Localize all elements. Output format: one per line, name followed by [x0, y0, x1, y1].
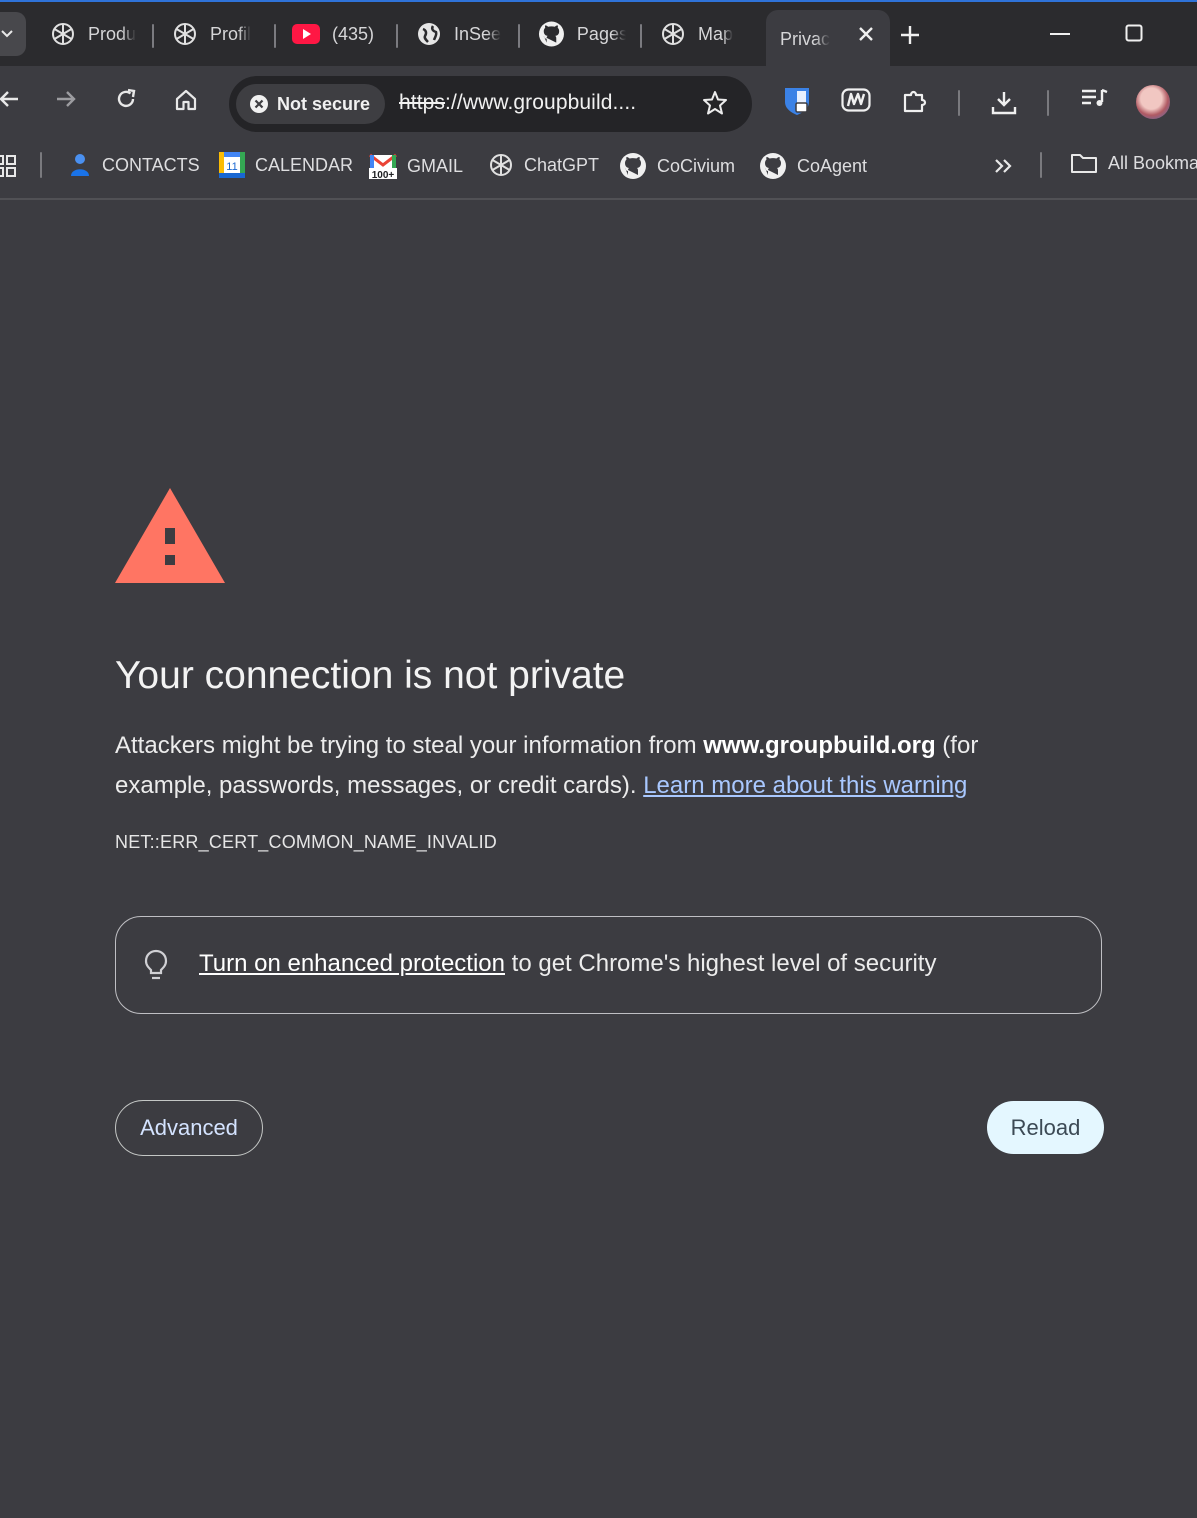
downloads-icon[interactable]	[990, 90, 1018, 116]
tab-pages[interactable]: Pages	[538, 12, 626, 56]
bookmark-chatgpt[interactable]: ChatGPT	[488, 152, 599, 178]
new-tab-icon[interactable]	[899, 24, 921, 46]
folder-icon	[1071, 154, 1097, 173]
tab-divider	[274, 24, 276, 48]
bookmark-contacts[interactable]: CONTACTS	[68, 152, 200, 178]
warning-triangle-icon	[115, 488, 225, 583]
home-icon[interactable]	[174, 88, 198, 112]
tab-divider	[518, 24, 520, 48]
reload-button[interactable]: Reload	[987, 1101, 1104, 1154]
enhanced-protection-promo: Turn on enhanced protection to get Chrom…	[115, 916, 1102, 1014]
tab-youtube[interactable]: (435)	[292, 12, 382, 56]
tab-divider	[396, 24, 398, 48]
chevron-down-icon	[1, 30, 13, 38]
forward-arrow-icon[interactable]	[55, 88, 77, 110]
bookmark-label: GMAIL	[407, 155, 464, 176]
promo-text: Turn on enhanced protection to get Chrom…	[199, 950, 936, 978]
back-arrow-icon[interactable]	[0, 88, 20, 110]
tab-label: Produ	[87, 23, 136, 44]
tab-label: Pages	[576, 23, 626, 44]
tab-search-button[interactable]	[0, 12, 26, 56]
warning-description: Attackers might be trying to steal your …	[115, 726, 1075, 806]
privacy-error-page: Your connection is not private Attackers…	[0, 200, 1197, 1518]
chatgpt-icon	[51, 23, 74, 45]
calendar-icon: 11	[219, 152, 245, 178]
bookmark-calendar[interactable]: 11 CALENDAR	[219, 152, 353, 178]
bookmark-label: CoAgent	[797, 155, 868, 176]
gmail-badge: 100+	[372, 170, 395, 180]
github-icon	[760, 153, 786, 179]
bookmarks-divider	[40, 152, 42, 178]
media-controls-icon[interactable]	[1081, 88, 1109, 110]
tab-map[interactable]: Map	[660, 12, 746, 56]
toolbar-divider	[958, 90, 960, 116]
bookmark-star-icon[interactable]	[702, 90, 728, 116]
chatgpt-icon	[490, 154, 512, 176]
all-bookmarks[interactable]: All Bookma	[1070, 152, 1197, 174]
calendar-badge: 11	[226, 161, 237, 173]
chatgpt-icon	[174, 23, 196, 45]
contacts-icon	[71, 154, 89, 176]
tab-divider	[640, 24, 642, 48]
site-domain: www.groupbuild.org	[703, 732, 936, 759]
bitwarden-extension-icon[interactable]	[783, 86, 811, 116]
learn-more-link[interactable]: Learn more about this warning	[643, 772, 967, 799]
bookmark-gmail[interactable]: 100+ GMAIL	[369, 152, 463, 180]
bookmark-label: ChatGPT	[524, 154, 600, 175]
tab-insee[interactable]: InSee	[416, 12, 504, 56]
tab-label: Profil	[210, 23, 252, 44]
bookmarks-bar: CONTACTS 11 CALENDAR 100+ GMAIL ChatGPT …	[0, 132, 1197, 200]
globe-icon	[418, 23, 440, 45]
profile-avatar[interactable]	[1136, 85, 1170, 119]
reload-icon[interactable]	[115, 88, 137, 110]
bookmarks-divider	[1040, 152, 1042, 178]
tab-label: InSee	[454, 23, 502, 44]
more-bookmarks-chevron-icon[interactable]	[994, 158, 1014, 174]
minimize-icon[interactable]	[1050, 32, 1070, 36]
bookmark-label: CALENDAR	[255, 154, 354, 175]
apps-grid-icon[interactable]	[0, 155, 16, 177]
url-rest: ://www.groupbuild....	[445, 91, 637, 114]
github-icon	[538, 21, 564, 47]
url-scheme: https	[399, 91, 446, 114]
youtube-icon	[292, 24, 320, 44]
security-chip[interactable]: Not secure	[236, 84, 385, 124]
all-bookmarks-label: All Bookma	[1108, 152, 1197, 173]
m-extension-icon[interactable]	[841, 88, 871, 112]
promo-suffix: to get Chrome's highest level of securit…	[505, 950, 937, 977]
advanced-button[interactable]: Advanced	[115, 1100, 263, 1156]
extensions-puzzle-icon[interactable]	[902, 88, 930, 114]
bookmark-cocivium[interactable]: CoCivium	[619, 152, 735, 180]
chatgpt-icon	[662, 23, 684, 45]
github-icon	[620, 153, 646, 179]
url-text[interactable]: https://www.groupbuild....	[399, 91, 636, 115]
bookmark-label: CoCivium	[657, 155, 736, 176]
tab-produ[interactable]: Produ	[50, 12, 136, 56]
bookmark-coagent[interactable]: CoAgent	[759, 152, 867, 180]
toolbar: Not secure https://www.groupbuild....	[0, 66, 1197, 132]
tab-privacy-error[interactable]: Privac	[766, 10, 890, 68]
tab-label: Privac	[780, 28, 830, 49]
enhanced-protection-link[interactable]: Turn on enhanced protection	[199, 950, 505, 977]
bookmark-label: CONTACTS	[102, 154, 200, 175]
toolbar-divider	[1047, 90, 1049, 116]
tab-label: (435)	[332, 23, 375, 44]
not-secure-icon	[250, 95, 268, 113]
page-title: Your connection is not private	[115, 654, 626, 697]
not-secure-label: Not secure	[277, 93, 371, 114]
maximize-icon[interactable]	[1125, 24, 1143, 42]
close-tab-icon[interactable]	[858, 26, 874, 42]
gmail-icon: 100+	[369, 153, 397, 180]
tab-profile[interactable]: Profil	[172, 12, 258, 56]
tab-divider	[152, 24, 154, 48]
tab-strip: Produ Profil (435) InSee Pages Map Priva…	[0, 2, 1197, 68]
address-bar[interactable]: Not secure https://www.groupbuild....	[229, 76, 752, 132]
lightbulb-icon	[144, 949, 168, 980]
tab-label: Map	[698, 23, 734, 44]
description-prefix: Attackers might be trying to steal your …	[115, 732, 704, 759]
error-code: NET::ERR_CERT_COMMON_NAME_INVALID	[115, 832, 498, 852]
